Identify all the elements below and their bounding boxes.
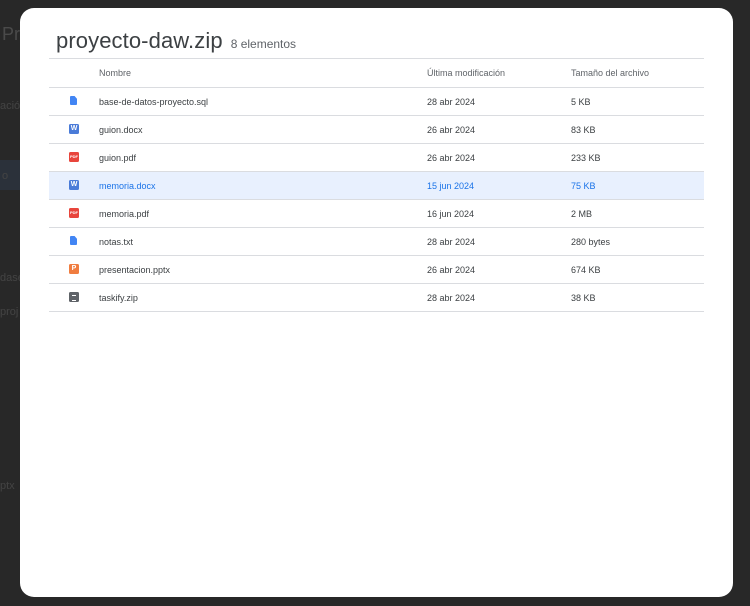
archive-title: proyecto-daw.zip [56,28,223,53]
file-table: Nombre Última modificación Tamaño del ar… [49,58,704,312]
file-name: guion.docx [99,125,143,135]
file-modified: 28 abr 2024 [427,237,476,247]
column-header-size: Tamaño del archivo [571,68,650,78]
pdf-icon: PDF [69,208,79,218]
file-size: 674 KB [571,265,601,275]
zip-icon [69,292,79,302]
file-size: 5 KB [571,97,591,107]
table-row[interactable]: PDF memoria.pdf 16 jun 2024 2 MB [49,200,704,228]
powerpoint-icon: P [69,264,79,274]
pdf-icon: PDF [69,152,79,162]
item-count: 8 elementos [230,37,297,51]
file-modified: 15 jun 2024 [427,181,475,191]
table-row-selected[interactable]: W memoria.docx 15 jun 2024 75 KB [49,172,704,200]
file-name: guion.pdf [99,153,137,163]
file-modified: 16 jun 2024 [427,209,475,219]
word-icon: W [69,180,79,190]
file-name: notas.txt [99,237,134,247]
file-size: 280 bytes [571,237,611,247]
file-size: 75 KB [571,181,596,191]
file-name: memoria.docx [99,181,156,191]
file-name: memoria.pdf [99,209,150,219]
file-name: taskify.zip [99,293,138,303]
file-size: 2 MB [571,209,593,219]
file-modified: 26 abr 2024 [427,265,476,275]
file-modified: 26 abr 2024 [427,125,476,135]
table-row[interactable]: notas.txt 28 abr 2024 280 bytes [49,228,704,256]
table-row[interactable]: taskify.zip 28 abr 2024 38 KB [49,284,704,312]
file-modified: 26 abr 2024 [427,153,476,163]
file-modified: 28 abr 2024 [427,293,476,303]
file-size: 83 KB [571,125,596,135]
file-size: 38 KB [571,293,596,303]
zip-preview-modal: proyecto-daw.zip 8 elementos Nombre Últi… [20,8,733,597]
file-name: base-de-datos-proyecto.sql [99,97,209,107]
table-row[interactable]: PDF guion.pdf 26 abr 2024 233 KB [49,144,704,172]
modal-header: proyecto-daw.zip 8 elementos [56,28,296,54]
table-header: Nombre Última modificación Tamaño del ar… [49,58,704,88]
file-name: presentacion.pptx [99,265,171,275]
text-document-icon [70,236,77,245]
file-size: 233 KB [571,153,601,163]
word-icon: W [69,124,79,134]
column-header-modified: Última modificación [427,68,506,78]
table-row[interactable]: P presentacion.pptx 26 abr 2024 674 KB [49,256,704,284]
file-modified: 28 abr 2024 [427,97,476,107]
text-document-icon [70,96,77,105]
table-row[interactable]: base-de-datos-proyecto.sql 28 abr 2024 5… [49,88,704,116]
column-header-name: Nombre [99,68,132,78]
table-row[interactable]: W guion.docx 26 abr 2024 83 KB [49,116,704,144]
